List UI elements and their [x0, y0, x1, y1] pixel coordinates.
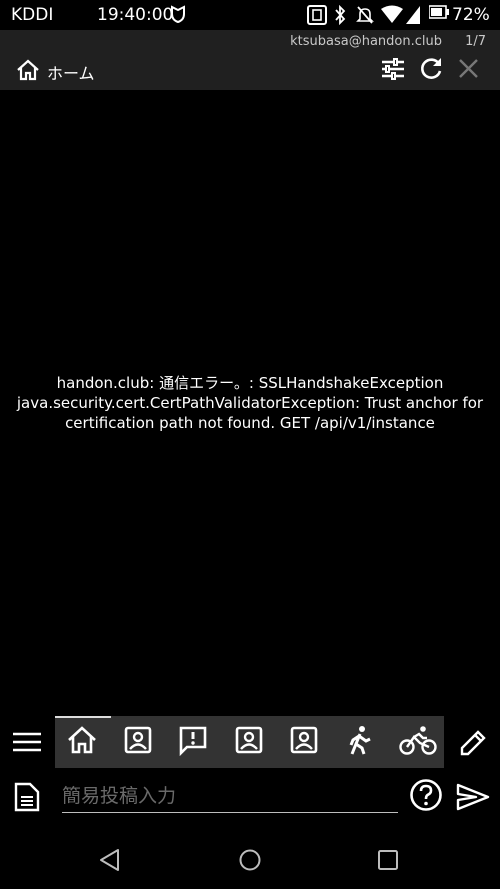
quick-post-bar	[0, 770, 500, 826]
home-icon[interactable]	[16, 58, 40, 82]
system-navigation-bar	[0, 830, 500, 889]
mute-icon	[356, 6, 374, 24]
tab-bike-icon[interactable]	[399, 724, 437, 756]
bluetooth-icon	[335, 5, 346, 25]
battery-percent: 72%	[452, 5, 490, 25]
tab-walk-icon[interactable]	[344, 724, 376, 756]
nfc-icon	[307, 5, 327, 25]
compose-icon[interactable]	[458, 728, 488, 758]
tab-notification-icon[interactable]	[177, 724, 209, 756]
menu-icon[interactable]	[12, 728, 42, 756]
shield-icon	[171, 5, 185, 23]
column-bar	[0, 714, 500, 770]
error-line: java.security.cert.CertPathValidatorExce…	[16, 394, 484, 412]
send-icon[interactable]	[456, 782, 490, 812]
recents-icon[interactable]	[376, 848, 400, 872]
column-tabstrip	[55, 716, 444, 768]
page-indicator: 1/7	[465, 34, 486, 49]
column-title: ホーム	[47, 64, 95, 83]
tab-user-contact-icon[interactable]	[288, 724, 320, 756]
tab-federated-contact-icon[interactable]	[233, 724, 265, 756]
back-icon[interactable]	[98, 848, 122, 872]
selected-tab-indicator	[55, 716, 111, 718]
help-icon[interactable]	[409, 778, 443, 812]
status-bar: KDDI 19:40:00 72%	[0, 0, 500, 30]
error-line: certification path not found. GET /api/v…	[65, 414, 435, 432]
battery-icon	[429, 5, 449, 19]
document-icon[interactable]	[14, 782, 40, 812]
tab-local-contact-icon[interactable]	[122, 724, 154, 756]
refresh-icon[interactable]	[418, 56, 444, 82]
carrier-label: KDDI	[11, 5, 54, 25]
close-icon[interactable]	[456, 56, 482, 82]
quick-post-input[interactable]	[62, 780, 398, 813]
tab-home-icon[interactable]	[66, 724, 98, 756]
settings-sliders-icon[interactable]	[380, 56, 406, 82]
signal-icon	[406, 6, 420, 24]
error-line: handon.club: 通信エラー。: SSLHandshakeExcepti…	[56, 374, 444, 392]
app-header: ktsubasa@handon.club 1/7 ホーム	[0, 30, 500, 90]
error-message: handon.club: 通信エラー。: SSLHandshakeExcepti…	[0, 373, 500, 433]
wifi-icon	[381, 5, 403, 23]
account-label: ktsubasa@handon.club	[290, 34, 442, 49]
home-button-icon[interactable]	[238, 848, 262, 872]
clock: 19:40:00	[97, 5, 174, 25]
